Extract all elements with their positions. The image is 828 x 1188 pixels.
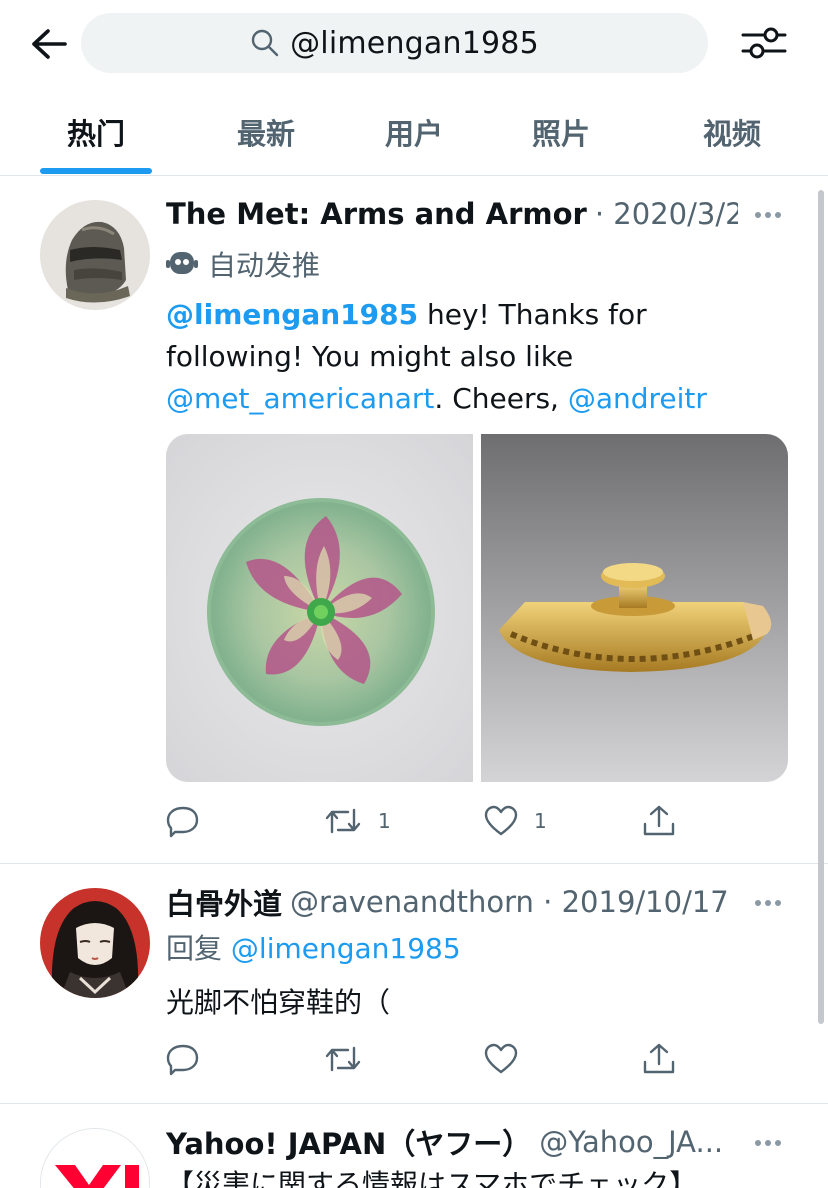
tweet-actions: 1 1	[166, 798, 726, 844]
more-dot-icon	[765, 212, 771, 218]
tweet[interactable]: The Met: Arms and Armor · 2020/3/23 自动发推…	[0, 176, 828, 864]
active-tab-indicator	[40, 168, 152, 174]
mention-link[interactable]: @met_americanart	[166, 382, 434, 415]
back-button[interactable]	[28, 24, 70, 64]
search-settings-button[interactable]	[738, 20, 790, 66]
reply-button[interactable]	[166, 1036, 216, 1082]
sliders-icon	[741, 27, 787, 59]
tab-latest[interactable]: 最新	[210, 88, 322, 176]
mention-link[interactable]: @andreitr	[568, 382, 707, 415]
knight-helmet-icon	[40, 200, 150, 310]
tab-videos[interactable]: 视频	[676, 88, 788, 176]
heart-icon	[484, 805, 518, 836]
tweet-date[interactable]: · 2020/3/23	[595, 197, 738, 231]
more-options-button[interactable]	[750, 888, 786, 918]
more-dot-icon	[765, 900, 771, 906]
retweet-icon	[325, 808, 361, 834]
reply-button[interactable]	[166, 798, 216, 844]
tweet-actions	[166, 1036, 726, 1082]
more-dot-icon	[755, 900, 761, 906]
heart-icon	[484, 1043, 518, 1074]
like-count: 1	[534, 809, 547, 833]
retweet-button[interactable]: 1	[324, 798, 391, 844]
glass-plate-image[interactable]	[166, 434, 473, 782]
share-button[interactable]	[642, 798, 676, 844]
search-input[interactable]: @limengan1985	[81, 13, 708, 73]
robot-icon	[166, 252, 198, 274]
author-handle-date[interactable]: @ravenandthorn · 2019/10/17	[290, 885, 729, 919]
reply-to-label: 回复	[166, 932, 223, 965]
tweet-header: 白骨外道 @ravenandthorn · 2019/10/17	[166, 882, 738, 922]
illustrated-portrait-icon	[40, 888, 150, 998]
share-button[interactable]	[642, 1036, 676, 1082]
author-handle[interactable]: @Yahoo_JA...	[539, 1125, 723, 1159]
avatar[interactable]	[40, 200, 150, 310]
tweet-text-segment: . Cheers,	[434, 382, 568, 415]
reply-icon	[166, 1044, 199, 1076]
tweet-text: @limengan1985 hey! Thanks for following!…	[166, 294, 788, 420]
mention-link[interactable]: @limengan1985	[166, 298, 418, 331]
scrollbar[interactable]	[818, 190, 824, 1024]
tweet[interactable]: 白骨外道 @ravenandthorn · 2019/10/17 回复 @lim…	[0, 864, 828, 1104]
like-button[interactable]: 1	[484, 798, 547, 844]
top-bar: @limengan1985	[0, 0, 828, 88]
more-dot-icon	[775, 1140, 781, 1146]
ink-blotter-image[interactable]	[481, 434, 788, 782]
avatar[interactable]	[40, 888, 150, 998]
share-icon	[643, 805, 675, 836]
automated-label: 自动发推	[166, 244, 320, 284]
tweet-header: The Met: Arms and Armor · 2020/3/23	[166, 194, 738, 234]
mention-link[interactable]: @limengan1985	[231, 932, 461, 965]
more-dot-icon	[765, 1140, 771, 1146]
avatar[interactable]	[40, 1128, 150, 1188]
media-grid	[166, 434, 788, 782]
retweet-count: 1	[378, 809, 391, 833]
reply-context: 回复 @limengan1985	[166, 928, 788, 970]
retweet-button[interactable]	[324, 1036, 378, 1082]
like-button[interactable]	[484, 1036, 534, 1082]
more-dot-icon	[775, 212, 781, 218]
back-arrow-icon	[32, 29, 67, 59]
tab-top[interactable]: 热门	[40, 88, 152, 176]
tweet[interactable]: Yahoo! JAPAN（ヤフー） @Yahoo_JA... 【災害に関する情報…	[0, 1104, 828, 1188]
author-name[interactable]: The Met: Arms and Armor	[166, 197, 587, 231]
author-name[interactable]: Yahoo! JAPAN（ヤフー）	[166, 1122, 531, 1162]
tab-photos[interactable]: 照片	[505, 88, 617, 176]
tweet-text: 【災害に関する情報はスマホでチェック】	[166, 1168, 698, 1188]
more-dot-icon	[755, 212, 761, 218]
automated-label-text: 自动发推	[208, 249, 321, 282]
retweet-icon	[325, 1046, 361, 1072]
author-name[interactable]: 白骨外道	[166, 882, 282, 922]
share-icon	[643, 1043, 675, 1074]
reply-icon	[166, 806, 199, 838]
media-divider	[473, 434, 481, 782]
more-dot-icon	[775, 900, 781, 906]
yahoo-japan-logo-icon	[41, 1129, 149, 1188]
search-icon	[251, 29, 279, 57]
more-options-button[interactable]	[750, 200, 786, 230]
more-dot-icon	[755, 1140, 761, 1146]
more-options-button[interactable]	[750, 1128, 786, 1158]
search-tabs: 热门 最新 用户 照片 视频	[0, 88, 828, 176]
tweet-header: Yahoo! JAPAN（ヤフー） @Yahoo_JA...	[166, 1122, 738, 1162]
tweet-text: 光脚不怕穿鞋的（	[166, 986, 391, 1019]
search-query: @limengan1985	[290, 25, 539, 61]
tab-people[interactable]: 用户	[358, 88, 470, 176]
